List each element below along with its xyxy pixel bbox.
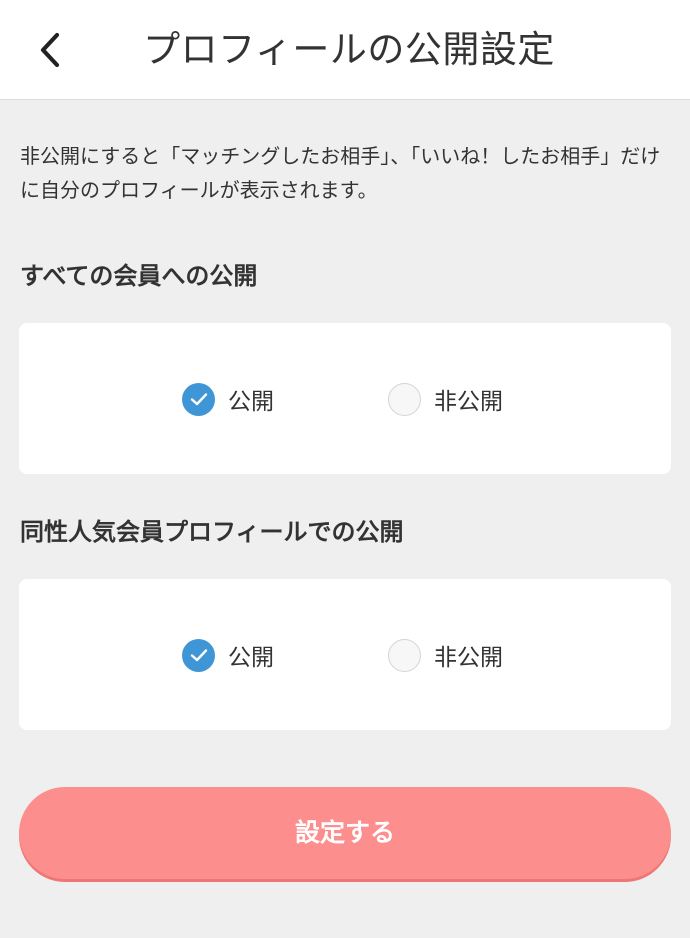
option-public-same-sex-popular[interactable]: 公開 <box>182 638 274 672</box>
radio-checked-icon[interactable] <box>182 638 215 672</box>
option-private-same-sex-popular[interactable]: 非公開 <box>388 638 503 672</box>
section-heading-all-members: すべての会員への公開 <box>20 262 258 290</box>
chevron-left-icon <box>40 32 60 68</box>
visibility-card-same-sex-popular: 公開 非公開 <box>19 579 671 730</box>
radio-checked-icon[interactable] <box>182 382 215 416</box>
option-label: 公開 <box>228 645 274 671</box>
privacy-description: 非公開にすると「マッチングしたお相手」、「いいね！したお相手」だけに自分のプロフ… <box>20 144 661 202</box>
option-private-all-members[interactable]: 非公開 <box>388 382 503 416</box>
radio-unchecked-icon[interactable] <box>388 638 421 672</box>
visibility-card-all-members: 公開 非公開 <box>19 323 671 474</box>
checkmark-icon <box>190 649 207 662</box>
radio-unchecked-icon[interactable] <box>388 382 421 416</box>
section-heading-same-sex-popular: 同性人気会員プロフィールでの公開 <box>20 518 404 546</box>
option-public-all-members[interactable]: 公開 <box>182 382 274 416</box>
checkmark-icon <box>190 393 207 406</box>
page-title: プロフィールの公開設定 <box>143 28 555 71</box>
option-label: 非公開 <box>434 645 503 671</box>
submit-button[interactable]: 設定する <box>19 787 671 879</box>
header-bar: プロフィールの公開設定 <box>0 0 690 100</box>
option-label: 非公開 <box>434 389 503 415</box>
option-label: 公開 <box>228 389 274 415</box>
back-button[interactable] <box>22 22 78 78</box>
